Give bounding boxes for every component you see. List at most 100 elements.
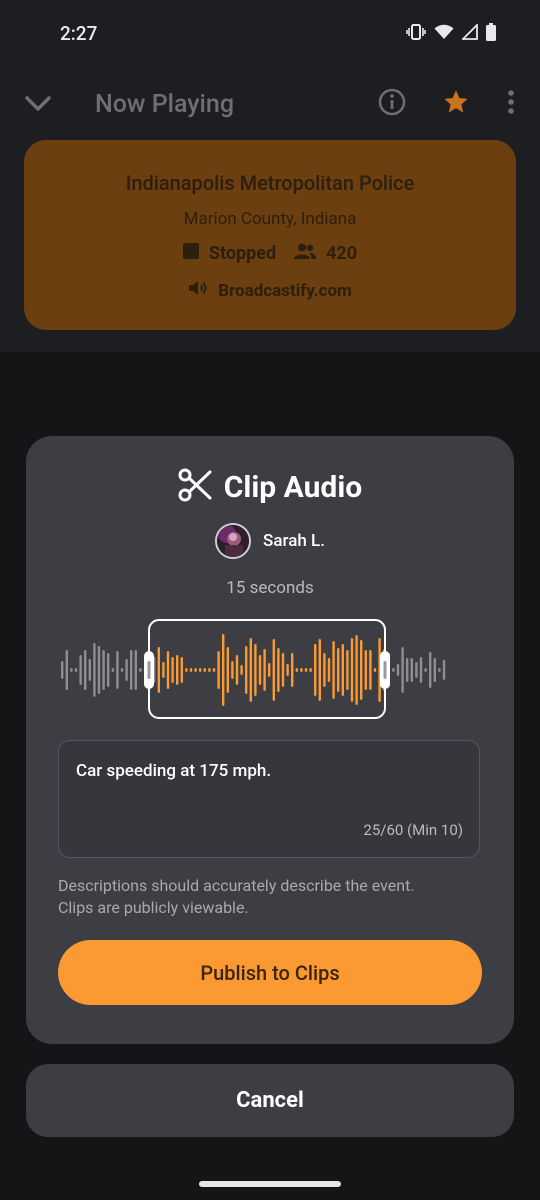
waveform-bar (373, 668, 377, 672)
waveform-bar (396, 664, 400, 676)
waveform-bar (180, 657, 183, 683)
cancel-button[interactable]: Cancel (26, 1064, 514, 1137)
waveform-bar (199, 668, 202, 672)
selection-frame (148, 619, 386, 719)
hint-line-2: Clips are publicly viewable. (58, 898, 249, 917)
waveform-bar (235, 655, 239, 685)
waveform-bar (240, 665, 243, 675)
waveform-bar (392, 668, 395, 672)
info-icon (378, 88, 406, 120)
waveform-bar (111, 668, 114, 672)
waveform-bar (249, 638, 252, 702)
station-source: Broadcastify.com (24, 280, 516, 301)
waveform-bar (61, 661, 64, 679)
waveform-bar (332, 641, 335, 699)
more-vert-icon (507, 89, 515, 119)
waveform-bar (157, 647, 160, 693)
waveform-bar (74, 668, 78, 672)
left-trim-handle-grip (147, 661, 151, 679)
waveform-bar (226, 647, 229, 693)
chevron-down-icon (25, 96, 51, 116)
waveform-bar (79, 655, 82, 685)
waveform-bar (424, 668, 427, 672)
clip-title: Clip Audio (223, 469, 363, 505)
listener-count-value: 420 (326, 243, 358, 264)
waveform-bar (442, 660, 446, 680)
waveform-bar (120, 668, 124, 672)
favorite-button[interactable] (438, 86, 474, 122)
waveform-bar (419, 657, 423, 683)
waveform-bar (433, 658, 436, 682)
status-time: 2:27 (60, 22, 98, 45)
waveform-bar (171, 657, 174, 683)
waveform-bar (185, 668, 188, 672)
waveform-bar (410, 658, 413, 682)
waveform-bar (189, 668, 193, 672)
home-indicator (199, 1181, 341, 1187)
waveform-bar (341, 644, 344, 696)
waveform-bar (309, 668, 312, 672)
waveform-trimmer[interactable] (58, 619, 482, 721)
description-input[interactable]: Car speeding at 175 mph. (76, 761, 271, 781)
waveform-bar (70, 668, 73, 672)
clip-duration: 15 seconds (226, 578, 314, 598)
waveform-bar (268, 663, 271, 677)
station-source-label: Broadcastify.com (218, 280, 352, 301)
waveform-bar (208, 668, 211, 672)
waveform-bar (364, 650, 367, 690)
description-hint: Descriptions should accurately describe … (58, 875, 488, 919)
waveform-bar (291, 653, 294, 687)
waveform-bar (84, 650, 87, 690)
waveform-bar (406, 658, 409, 682)
now-playing-background: 2:27 Now Playing Indianapolis Metropolit… (0, 0, 540, 352)
user-name: Sarah L. (263, 531, 325, 551)
page-title: Now Playing (95, 90, 235, 119)
waveform-bar (93, 643, 96, 697)
waveform-bar (245, 646, 248, 694)
playback-status-label: Stopped (208, 243, 277, 264)
waveform-bar (254, 644, 257, 696)
battery-icon (486, 23, 496, 41)
waveform-bar (162, 662, 165, 678)
waveform-bar (116, 651, 119, 689)
waveform-bar (107, 653, 110, 687)
collapse-button[interactable] (20, 88, 56, 124)
waveform-bar (212, 668, 216, 672)
waveform-bar (263, 649, 266, 691)
waveform-bar (355, 635, 358, 705)
waveform-bar (134, 650, 137, 690)
station-card[interactable]: Indianapolis Metropolitan Police Marion … (24, 140, 516, 330)
waveform-bar (65, 650, 68, 690)
waveform-bar (272, 639, 275, 701)
waveform-bar (281, 653, 285, 687)
wifi-icon (434, 24, 454, 40)
waveform-bar (125, 659, 128, 681)
waveform-bar (258, 655, 262, 685)
description-field[interactable]: Car speeding at 175 mph. 25/60 (Min 10) (58, 740, 480, 858)
publish-button[interactable]: Publish to Clips (58, 940, 482, 1005)
waveform-bar (327, 658, 331, 682)
waveform-bar (286, 664, 289, 676)
station-stats: Stopped 420 (24, 243, 516, 264)
more-options-button[interactable] (496, 86, 526, 122)
info-button[interactable] (374, 86, 410, 122)
waveform-bar (222, 634, 225, 706)
waveform-bar (314, 644, 317, 696)
waveform-bar (300, 668, 303, 672)
waveform-bar (415, 662, 418, 678)
waveform-bar (295, 668, 298, 672)
waveform-bar (401, 647, 404, 693)
cell-signal-icon (462, 24, 478, 40)
waveform-bar (97, 646, 101, 694)
scissors-icon (178, 468, 212, 506)
clip-title-row: Clip Audio (26, 468, 514, 506)
waveform-bar (231, 661, 234, 679)
waveform-bar (369, 650, 372, 690)
waveform-bar (139, 668, 142, 672)
right-trim-handle-grip (383, 661, 387, 679)
waveform-bar (360, 640, 363, 700)
waveform-bar (88, 659, 91, 681)
waveform-bar (304, 668, 308, 672)
listener-count: 420 (294, 243, 357, 264)
waveform-bar (323, 653, 326, 687)
